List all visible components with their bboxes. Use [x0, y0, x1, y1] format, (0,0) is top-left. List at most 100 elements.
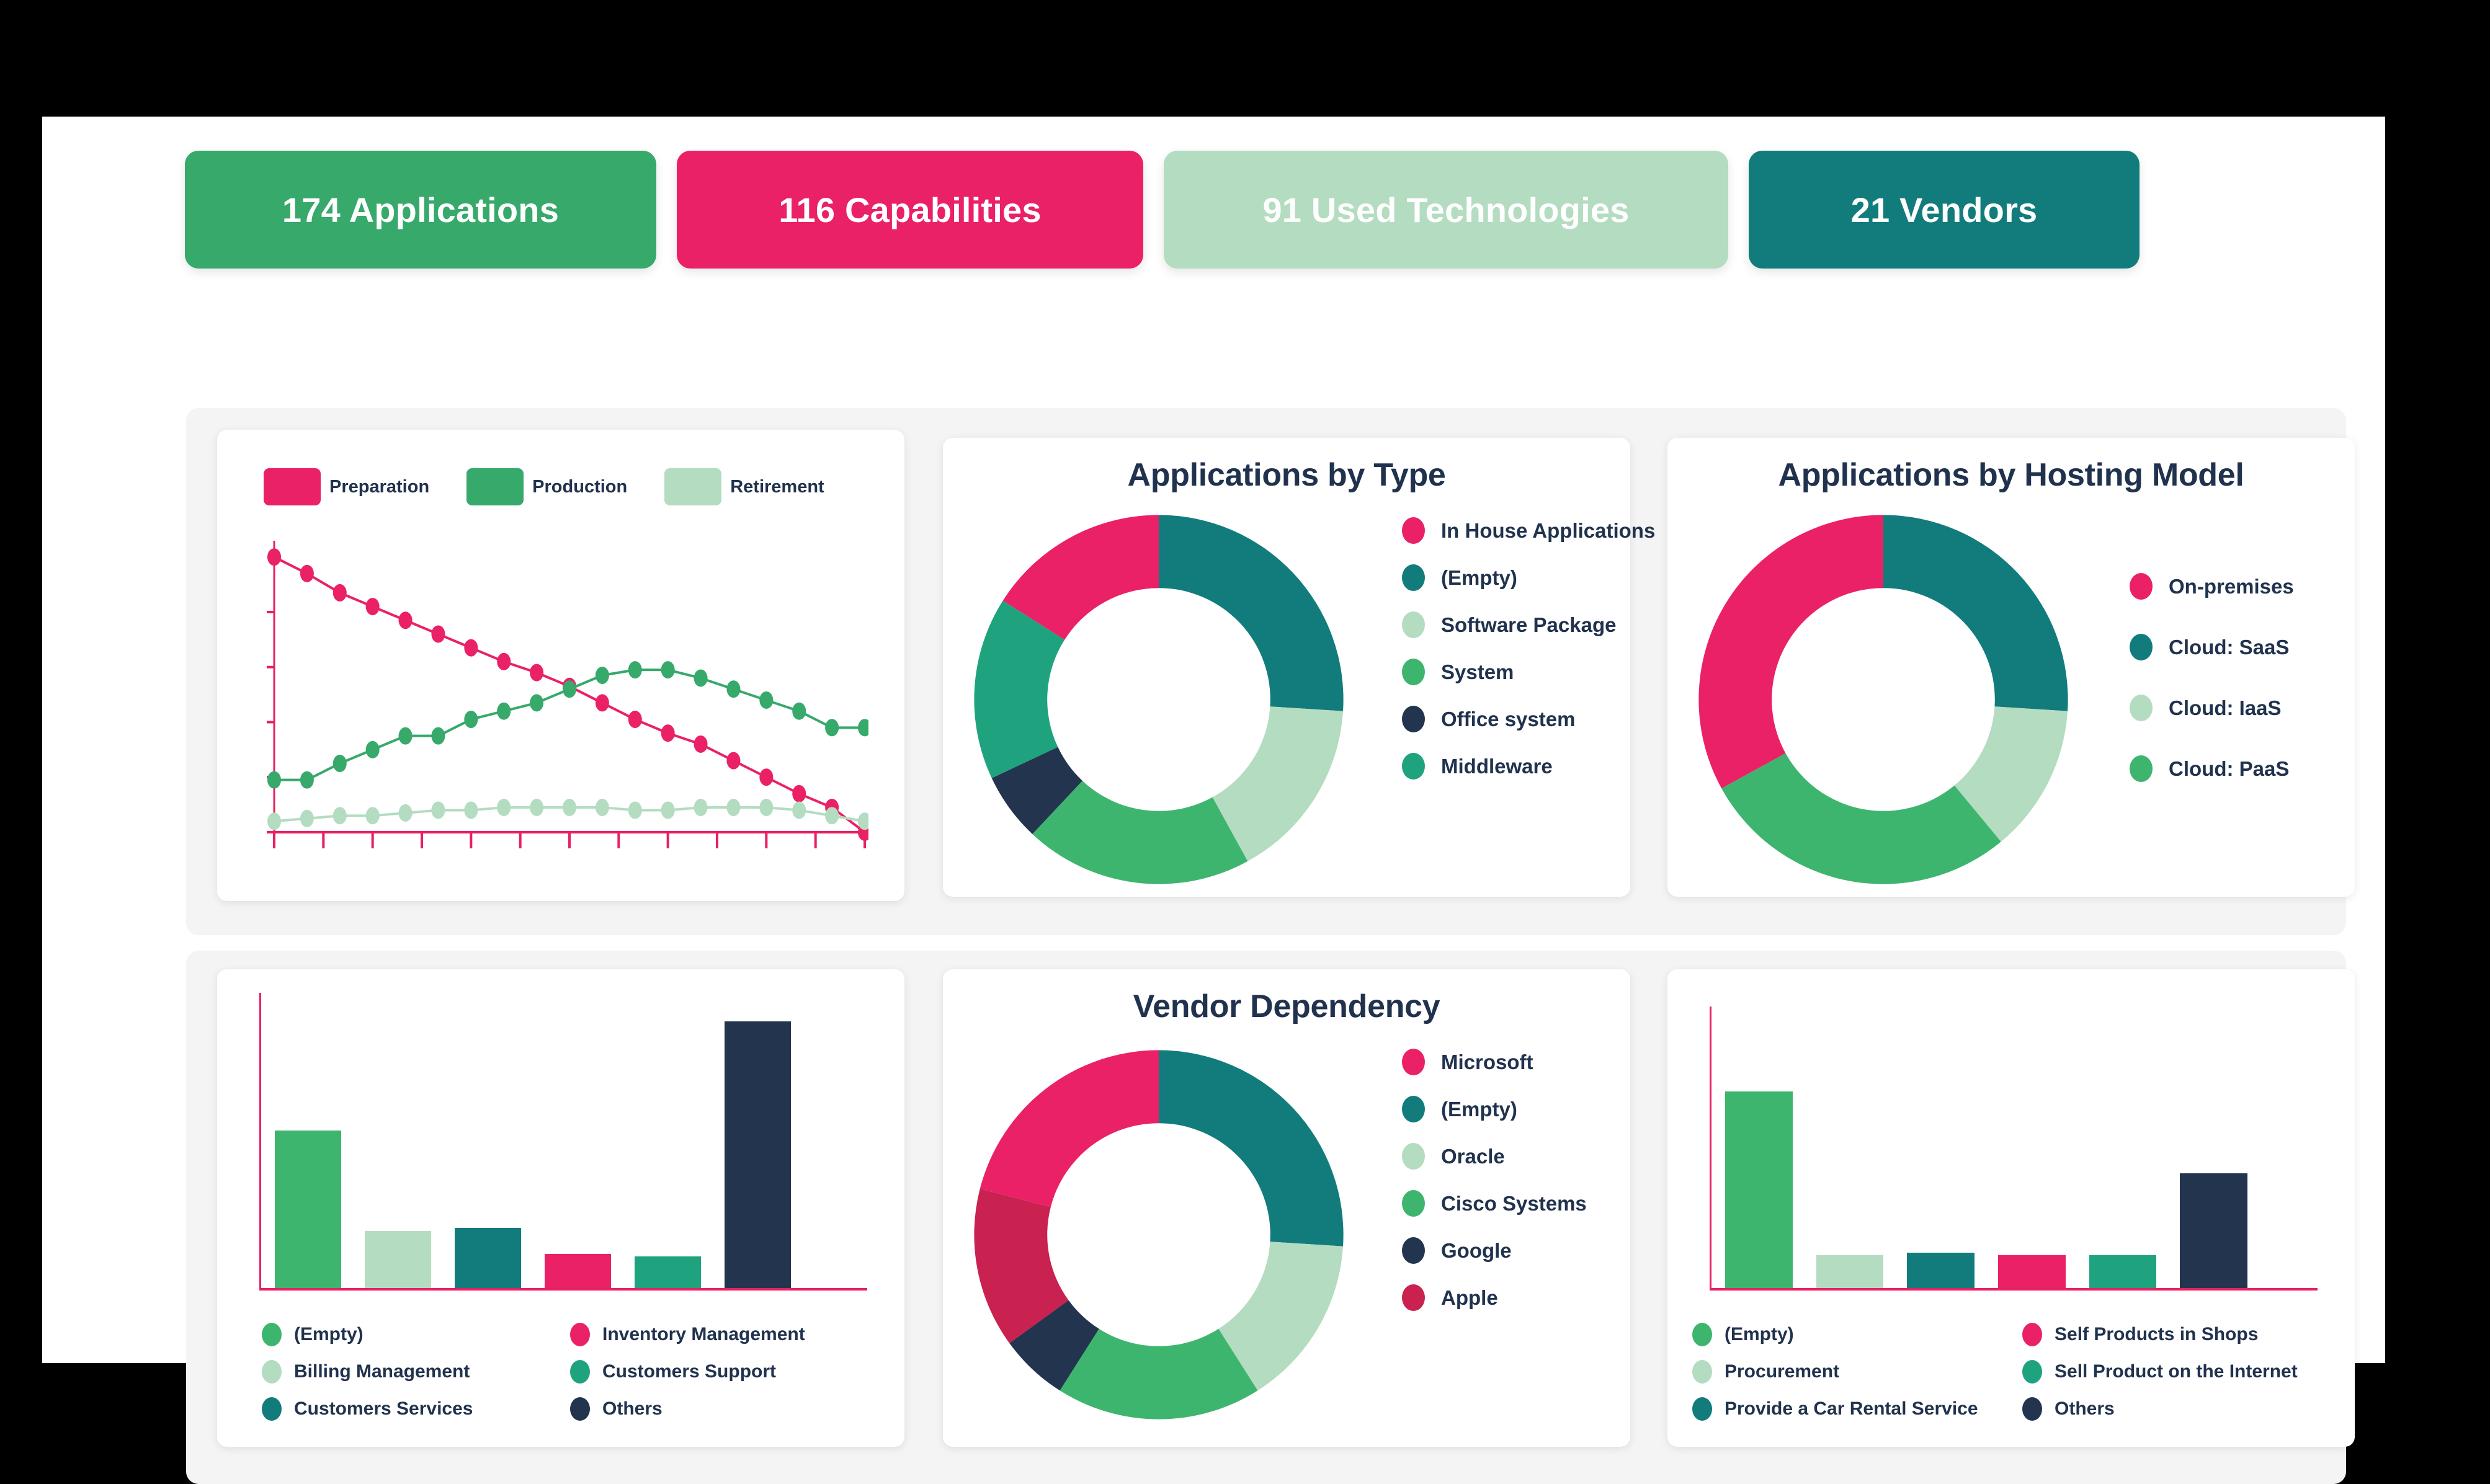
legend-vendor-dependency: Microsoft (Empty) Oracle Cisco Systems Googl…: [1402, 1049, 1587, 1311]
kpi-card-1[interactable]: 116 Capabilities: [677, 151, 1143, 269]
donut-slice[interactable]: [1159, 1050, 1344, 1246]
lifecycle-legend-item-1[interactable]: Production: [466, 468, 627, 505]
bar-rect[interactable]: [364, 1230, 432, 1288]
bar-rect[interactable]: [1907, 1252, 1975, 1288]
legend-dot-icon: [1402, 1284, 1425, 1311]
dashboard-canvas: 174 Applications 116 Capabilities 91 Used …: [42, 117, 2385, 1484]
bar-rect[interactable]: [2180, 1173, 2247, 1288]
donut-slice[interactable]: [1159, 515, 1344, 711]
donut-svg-vendor-dependency: [974, 1050, 1344, 1420]
legend-item-0[interactable]: In House Applications: [1402, 517, 1655, 544]
lifecycle-chart-svg: [267, 541, 872, 848]
data-point-marker: [464, 801, 478, 819]
legend-item-2[interactable]: Provide a Car Rental Service: [1692, 1397, 2001, 1421]
data-point-marker: [595, 799, 609, 817]
data-point-marker: [628, 711, 642, 729]
legend-label: Billing Management: [294, 1361, 470, 1382]
legend-item-5[interactable]: Middleware: [1402, 753, 1655, 780]
legend-dot-icon: [2022, 1360, 2042, 1384]
legend-item-2[interactable]: Customers Services: [262, 1397, 549, 1421]
legend-dot-icon: [1692, 1360, 1712, 1384]
legend-label: Customers Services: [294, 1398, 473, 1419]
bar-rect[interactable]: [1725, 1091, 1793, 1288]
data-point-marker: [694, 669, 708, 687]
card-application-lifecycle[interactable]: Preparation Production Retirement: [217, 430, 904, 901]
card-applications-by-type[interactable]: Applications by Type In House Applicatio…: [943, 438, 1655, 897]
x-axis-line: [259, 1288, 867, 1291]
card-capability-distribution[interactable]: (Empty) Inventory Management Billing Manag…: [217, 969, 904, 1447]
donut-slice[interactable]: [1883, 515, 2068, 711]
legend-business-capability-distribution: (Empty) Self Products in Shops Procurement…: [1692, 1323, 2331, 1421]
legend-item-2[interactable]: Oracle: [1402, 1143, 1587, 1170]
legend-item-2[interactable]: Software Package: [1402, 611, 1655, 638]
card-applications-by-hosting-model[interactable]: Applications by Hosting Model On-premise…: [1667, 438, 2355, 897]
legend-item-1[interactable]: Cloud: SaaS: [2130, 634, 2294, 660]
data-point-marker: [726, 680, 741, 698]
legend-item-0[interactable]: Microsoft: [1402, 1049, 1587, 1075]
legend-item-3[interactable]: Cloud: PaaS: [2130, 755, 2294, 782]
bar-column-1: [353, 1002, 443, 1288]
legend-label: (Empty): [294, 1324, 364, 1344]
legend-item-0[interactable]: On-premises: [2130, 573, 2294, 600]
data-point-marker: [398, 804, 413, 822]
legend-item-4[interactable]: Customers Support: [570, 1360, 857, 1384]
legend-item-5[interactable]: Others: [2022, 1397, 2331, 1421]
legend-item-3[interactable]: System: [1402, 659, 1655, 685]
lifecycle-legend-item-0[interactable]: Preparation: [264, 468, 429, 505]
lifecycle-legend-item-2[interactable]: Retirement: [664, 468, 824, 505]
bar-column-3: [533, 1002, 623, 1288]
legend-dot-icon: [570, 1323, 590, 1346]
data-point-marker: [497, 799, 511, 817]
legend-label: Others: [602, 1398, 663, 1419]
bar-column-5: [2168, 1015, 2259, 1288]
kpi-card-3[interactable]: 21 Vendors: [1749, 151, 2140, 269]
legend-label: Production: [532, 476, 628, 497]
data-point-marker: [661, 661, 675, 679]
bar-column-5: [713, 1002, 803, 1288]
legend-item-1[interactable]: Billing Management: [262, 1360, 549, 1384]
legend-item-1[interactable]: (Empty): [1402, 1096, 1587, 1122]
legend-dot-icon: [2130, 695, 2153, 721]
bar-rect[interactable]: [274, 1130, 342, 1288]
donut-slice[interactable]: [1721, 753, 2001, 884]
legend-dot-icon: [1402, 1143, 1425, 1170]
legend-item-3[interactable]: Cisco Systems: [1402, 1190, 1587, 1217]
kpi-label: 174 Applications: [282, 190, 560, 229]
bar-rect[interactable]: [1998, 1255, 2066, 1288]
data-point-marker: [464, 711, 478, 729]
bar-rect[interactable]: [724, 1021, 792, 1288]
legend-dot-icon: [1692, 1323, 1712, 1346]
kpi-label: 21 Vendors: [1850, 190, 2038, 229]
bar-rect[interactable]: [2089, 1255, 2157, 1288]
kpi-card-2[interactable]: 91 Used Technologies: [1164, 151, 1728, 269]
card-vendor-dependency[interactable]: Vendor Dependency Microsoft (Empty) Oracle…: [943, 969, 1630, 1447]
legend-item-0[interactable]: (Empty): [1692, 1323, 2001, 1346]
legend-item-5[interactable]: Apple: [1402, 1284, 1587, 1311]
legend-item-3[interactable]: Self Products in Shops: [2022, 1323, 2331, 1346]
legend-item-1[interactable]: (Empty): [1402, 564, 1655, 591]
legend-item-3[interactable]: Inventory Management: [570, 1323, 857, 1346]
legend-item-2[interactable]: Cloud: IaaS: [2130, 695, 2294, 721]
card-business-capability-distribution[interactable]: (Empty) Self Products in Shops Procurement…: [1667, 969, 2355, 1447]
legend-item-0[interactable]: (Empty): [262, 1323, 549, 1346]
legend-item-1[interactable]: Procurement: [1692, 1360, 2001, 1384]
legend-item-4[interactable]: Office system: [1402, 706, 1655, 732]
kpi-card-0[interactable]: 174 Applications: [185, 151, 656, 269]
legend-label: Cloud: PaaS: [2169, 757, 2290, 780]
bar-column-0: [1713, 1015, 1805, 1288]
legend-item-4[interactable]: Sell Product on the Internet: [2022, 1360, 2331, 1384]
legend-swatch-icon: [664, 468, 722, 505]
data-point-marker: [431, 625, 445, 643]
bar-rect[interactable]: [634, 1256, 702, 1288]
legend-item-4[interactable]: Google: [1402, 1237, 1587, 1264]
donut-slice[interactable]: [979, 1050, 1159, 1207]
donut-slice[interactable]: [1698, 515, 1883, 789]
x-axis-line: [1710, 1288, 2318, 1291]
legend-dot-icon: [2130, 755, 2153, 782]
data-point-marker: [595, 694, 609, 712]
donut-svg-applications-by-type: [974, 515, 1344, 884]
bar-rect[interactable]: [544, 1253, 612, 1288]
bar-rect[interactable]: [1816, 1255, 1884, 1288]
legend-item-5[interactable]: Others: [570, 1397, 857, 1421]
bar-rect[interactable]: [454, 1227, 522, 1288]
